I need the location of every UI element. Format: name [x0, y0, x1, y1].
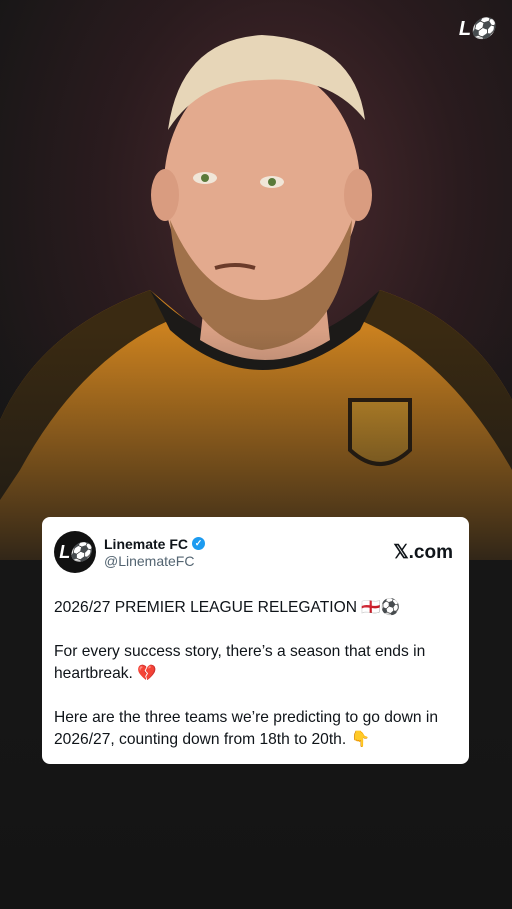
source-label: 𝕏.com — [393, 541, 453, 563]
avatar[interactable]: L⚽ — [54, 531, 96, 573]
author-handle[interactable]: @LinemateFC — [104, 553, 205, 569]
post-line-prediction: Here are the three teams we’re predictin… — [54, 709, 438, 748]
brand-logo: L⚽ — [458, 18, 495, 40]
author-display-name[interactable]: Linemate FC ✓ — [104, 535, 206, 552]
display-name-text: Linemate FC — [104, 535, 189, 552]
author-block: Linemate FC ✓ @LinemateFC — [104, 535, 206, 569]
post-line-title: 2026/27 PREMIER LEAGUE RELEGATION 🏴󠁧󠁢󠁥󠁮󠁧… — [54, 599, 401, 616]
post-line-intro: For every success story, there’s a seaso… — [54, 643, 426, 682]
post-body: 2026/27 PREMIER LEAGUE RELEGATION 🏴󠁧󠁢󠁥󠁮󠁧… — [54, 597, 457, 751]
verified-badge-icon: ✓ — [192, 537, 206, 550]
post-card[interactable]: L⚽ Linemate FC ✓ @LinemateFC 𝕏.com 2026/… — [42, 517, 469, 764]
post-header: L⚽ Linemate FC ✓ @LinemateFC 𝕏.com — [54, 529, 457, 575]
